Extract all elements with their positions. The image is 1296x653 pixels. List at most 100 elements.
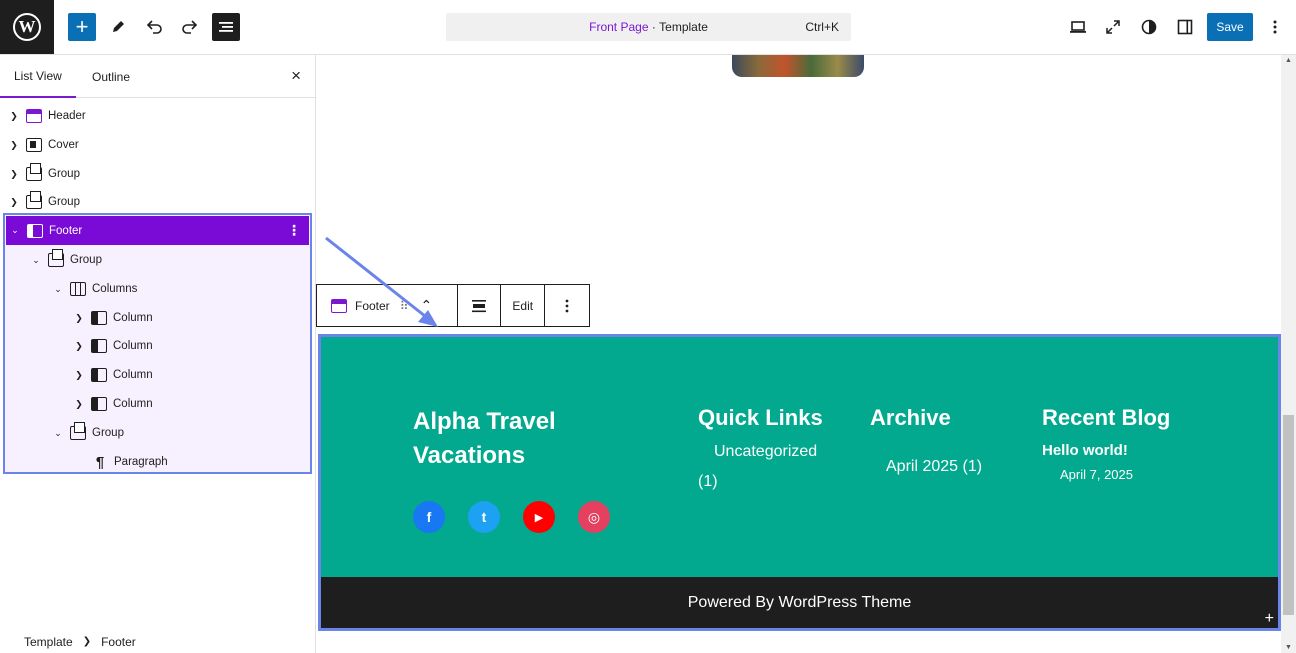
- chevron-right-icon[interactable]: ❯: [8, 197, 20, 208]
- separator: ·: [648, 20, 660, 34]
- wordpress-logo-button[interactable]: W: [0, 0, 54, 54]
- chevron-down-icon[interactable]: ⌄: [52, 428, 64, 439]
- chevron-right-icon[interactable]: ❯: [73, 370, 85, 381]
- fullscreen-button[interactable]: [1099, 13, 1127, 41]
- group-icon: [48, 249, 64, 267]
- tree-item-label: Column: [113, 398, 153, 410]
- undo-button[interactable]: [140, 13, 168, 41]
- tree-item-group[interactable]: ❯ Group: [0, 188, 312, 216]
- quick-links-heading: Quick Links: [698, 405, 823, 430]
- tools-button[interactable]: [104, 13, 132, 41]
- paragraph-icon: ¶: [95, 453, 105, 471]
- instagram-icon[interactable]: ◎: [578, 501, 610, 533]
- tree-item-columns[interactable]: ⌄ Columns: [0, 275, 312, 303]
- site-title[interactable]: Alpha Travel Vacations: [413, 405, 633, 473]
- tree-item-label: Group: [92, 427, 124, 439]
- align-button[interactable]: [458, 285, 502, 326]
- tree-item-cover[interactable]: ❯ Cover: [0, 131, 312, 159]
- category-count: (1): [698, 473, 718, 490]
- youtube-icon[interactable]: ▶: [523, 501, 555, 533]
- redo-button[interactable]: [176, 13, 204, 41]
- editor-canvas[interactable]: Footer ⠿ ⌃ Edit Alpha Travel Vacations Q…: [316, 55, 1281, 653]
- tree-item-column[interactable]: ❯ Column: [0, 304, 312, 332]
- canvas-scrollbar[interactable]: ▲ ▼: [1281, 55, 1296, 653]
- tree-item-group[interactable]: ⌄ Group: [0, 419, 312, 447]
- chevron-right-icon[interactable]: ❯: [73, 313, 85, 324]
- scroll-up-icon[interactable]: ▲: [1285, 57, 1292, 64]
- tree-item-column[interactable]: ❯ Column: [0, 390, 312, 418]
- facebook-icon[interactable]: f: [413, 501, 445, 533]
- footer-credit-bar: Powered By WordPress Theme +: [321, 577, 1278, 628]
- chevron-right-icon[interactable]: ❯: [8, 140, 20, 151]
- redo-icon: [182, 20, 198, 34]
- options-button[interactable]: [1261, 13, 1289, 41]
- recent-blog-heading: Recent Blog: [1042, 405, 1171, 430]
- chevron-down-icon[interactable]: ⌄: [52, 284, 64, 295]
- chevron-right-icon[interactable]: ❯: [8, 111, 20, 122]
- close-icon[interactable]: ×: [291, 66, 301, 86]
- scroll-down-icon[interactable]: ▼: [1285, 644, 1292, 651]
- scroll-thumb[interactable]: [1283, 415, 1294, 615]
- command-palette-bar[interactable]: Front Page · Template Ctrl+K: [446, 13, 851, 41]
- view-button[interactable]: [1064, 13, 1092, 41]
- tree-item-paragraph[interactable]: ¶ Paragraph: [0, 448, 312, 476]
- group-icon: [26, 191, 42, 209]
- chevron-down-icon[interactable]: ⌄: [30, 255, 42, 266]
- twitter-icon[interactable]: t: [468, 501, 500, 533]
- save-button[interactable]: Save: [1207, 13, 1253, 41]
- category-link[interactable]: Uncategorized: [714, 443, 817, 461]
- chevron-right-icon[interactable]: ❯: [73, 341, 85, 352]
- breadcrumb-footer[interactable]: Footer: [101, 635, 136, 649]
- tree-item-label: Column: [113, 369, 153, 381]
- post-link[interactable]: Hello world!: [1042, 442, 1128, 459]
- more-vertical-icon[interactable]: ⋮: [287, 222, 301, 239]
- expand-icon: [1106, 20, 1120, 34]
- chevron-right-icon: ❯: [82, 636, 92, 647]
- archive-link[interactable]: April 2025 (1): [886, 458, 982, 476]
- tree-item-column[interactable]: ❯ Column: [0, 361, 312, 389]
- cover-icon: [26, 138, 42, 152]
- align-full-icon: [471, 299, 486, 312]
- column-icon: [91, 339, 107, 353]
- desktop-icon: [1070, 21, 1086, 33]
- tab-outline[interactable]: Outline: [92, 55, 130, 98]
- add-block-button[interactable]: +: [68, 13, 96, 41]
- breadcrumb: Template ❯ Footer: [0, 630, 316, 653]
- sidebar-icon: [1177, 19, 1193, 35]
- columns-icon: [70, 282, 86, 296]
- block-options-button[interactable]: [545, 285, 589, 326]
- undo-icon: [146, 20, 162, 34]
- tree-item-header[interactable]: ❯ Header: [0, 102, 312, 130]
- cover-image: [732, 55, 864, 77]
- tree-item-label: Group: [70, 254, 102, 266]
- pencil-icon: [113, 21, 124, 32]
- tree-item-label: Cover: [48, 139, 79, 151]
- document-overview-button[interactable]: [212, 13, 240, 41]
- tab-list-view[interactable]: List View: [0, 55, 76, 98]
- tree-item-column[interactable]: ❯ Column: [0, 332, 312, 360]
- breadcrumb-template[interactable]: Template: [24, 635, 73, 649]
- tree-item-group[interactable]: ❯ Group: [0, 160, 312, 188]
- edit-button[interactable]: Edit: [501, 285, 546, 326]
- keyboard-shortcut: Ctrl+K: [805, 20, 839, 34]
- archive-heading: Archive: [870, 405, 951, 430]
- tree-item-label: Paragraph: [114, 456, 168, 468]
- tree-item-footer[interactable]: ⌄ Footer ⋮: [6, 216, 309, 245]
- post-date: April 7, 2025: [1060, 467, 1133, 482]
- chevron-right-icon[interactable]: ❯: [73, 399, 85, 410]
- tree-item-label: Footer: [49, 224, 83, 237]
- footer-block[interactable]: Alpha Travel Vacations Quick Links Uncat…: [318, 334, 1281, 631]
- footer-icon: [27, 223, 43, 238]
- styles-button[interactable]: [1135, 13, 1163, 41]
- chevron-right-icon[interactable]: ❯: [8, 169, 20, 180]
- chevron-down-icon[interactable]: ⌄: [9, 225, 21, 236]
- tree-item-label: Group: [48, 168, 80, 180]
- tree-item-label: Header: [48, 110, 86, 122]
- add-block-plus-icon[interactable]: +: [1265, 610, 1274, 628]
- tree-item-label: Columns: [92, 283, 138, 295]
- tree-item-group[interactable]: ⌄ Group: [0, 246, 312, 274]
- annotation-arrow-icon: [325, 236, 438, 327]
- list-view-icon: [219, 22, 233, 32]
- top-toolbar: W + Front Page · Template Ctrl+K Save: [0, 0, 1296, 55]
- settings-sidebar-button[interactable]: [1171, 13, 1199, 41]
